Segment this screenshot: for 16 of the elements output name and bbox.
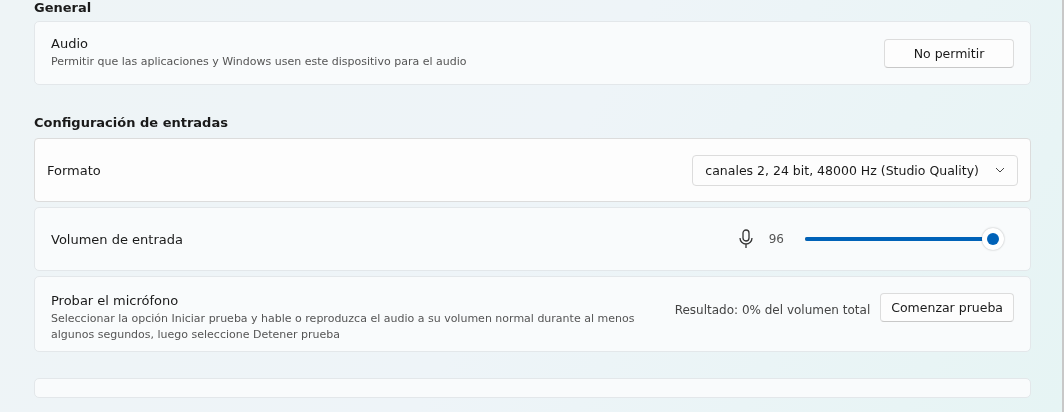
volume-reading: 96: [768, 232, 784, 246]
section-heading: General: [34, 0, 93, 15]
setting-title: Volumen de entrada: [51, 231, 183, 247]
microphone-icon: [738, 229, 753, 249]
test-result: Resultado: 0% del volumen total: [674, 303, 871, 317]
chevron-down-icon: [995, 167, 1005, 173]
setting-title: Probar el micrófono: [51, 293, 180, 308]
format-dropdown[interactable]: canales 2, 24 bit, 48000 Hz (Studio Quality): [692, 154, 1018, 186]
start-test-button[interactable]: Comenzar prueba: [880, 293, 1014, 322]
section-heading: Configuración de entradas: [34, 115, 229, 130]
dropdown-value: canales 2, 24 bit, 48000 Hz (Studio Quality): [705, 162, 979, 178]
setting-title: Audio: [51, 36, 89, 51]
setting-title: Formato: [47, 162, 101, 178]
deny-button[interactable]: No permitir: [884, 38, 1014, 68]
setting-description: Seleccionar la opción Iniciar prueba y hable o reproduzca el audio a su volumen normal durante al menos algunos segundos, luego seleccione Detener prueba: [51, 311, 636, 343]
setting-description: Permitir que las aplicaciones y Windows usen este dispositivo para el audio: [51, 54, 467, 70]
